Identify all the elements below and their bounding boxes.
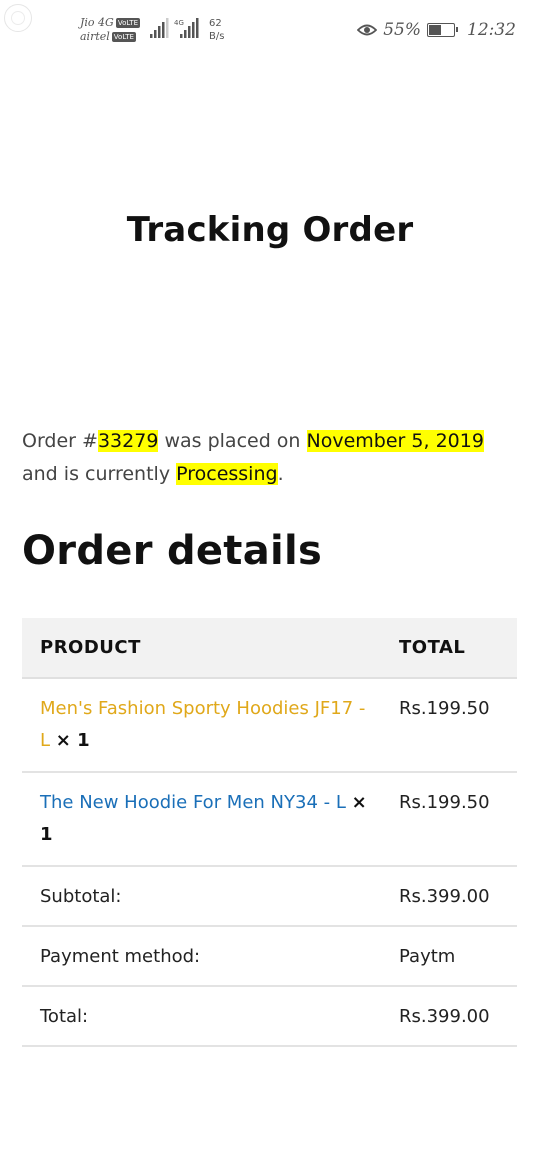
product-total: Rs.199.50 bbox=[381, 772, 517, 867]
speed-value: 62 bbox=[209, 18, 222, 29]
product-total: Rs.199.50 bbox=[381, 678, 517, 773]
battery-icon bbox=[427, 23, 458, 37]
order-status: Processing bbox=[176, 463, 278, 485]
product-link[interactable]: The New Hoodie For Men NY34 - L bbox=[40, 792, 346, 813]
battery-percent: 55% bbox=[383, 20, 421, 40]
payment-method-row: Payment method: Paytm bbox=[22, 926, 517, 987]
carrier-info: Jio 4G VoLTE airtel VoLTE bbox=[80, 16, 141, 44]
table-row: The New Hoodie For Men NY34 - L × 1 Rs.1… bbox=[22, 772, 517, 867]
volte-badge: VoLTE bbox=[111, 32, 136, 42]
table-header-row: PRODUCT TOTAL bbox=[22, 618, 517, 679]
network-speed: 62 B/s bbox=[209, 17, 224, 43]
order-details-title: Order details bbox=[22, 528, 323, 574]
notification-ring-icon bbox=[4, 4, 32, 32]
product-quantity: × 1 bbox=[55, 730, 90, 751]
summary-end: . bbox=[277, 463, 284, 485]
total-value: Rs.399.00 bbox=[381, 986, 517, 1047]
product-cell: Men's Fashion Sporty Hoodies JF17 - L × … bbox=[22, 678, 381, 773]
order-prefix: Order # bbox=[22, 430, 98, 452]
carrier-2-name: airtel bbox=[80, 30, 110, 43]
speed-unit: B/s bbox=[209, 31, 225, 42]
subtotal-label: Subtotal: bbox=[22, 866, 381, 927]
total-row: Total: Rs.399.00 bbox=[22, 986, 517, 1047]
subtotal-row: Subtotal: Rs.399.00 bbox=[22, 866, 517, 927]
carrier-1-name: Jio 4G bbox=[80, 16, 114, 29]
clock: 12:32 bbox=[467, 20, 516, 40]
total-column-header: TOTAL bbox=[381, 618, 517, 679]
status-bar: Jio 4G VoLTE airtel VoLTE 4G 62 B/s 55% 12… bbox=[0, 0, 540, 62]
order-date: November 5, 2019 bbox=[306, 430, 484, 452]
status-right: 55% 12:32 bbox=[357, 20, 516, 40]
payment-method-value: Paytm bbox=[381, 926, 517, 987]
volte-badge: VoLTE bbox=[115, 18, 141, 28]
total-label: Total: bbox=[22, 986, 381, 1047]
table-row: Men's Fashion Sporty Hoodies JF17 - L × … bbox=[22, 678, 517, 773]
page-title: Tracking Order bbox=[126, 210, 414, 250]
eye-comfort-icon bbox=[357, 24, 378, 36]
product-column-header: PRODUCT bbox=[22, 618, 381, 679]
status-text: and is currently bbox=[22, 463, 177, 485]
subtotal-value: Rs.399.00 bbox=[381, 866, 517, 927]
payment-method-label: Payment method: bbox=[22, 926, 381, 987]
network-type: 4G bbox=[174, 19, 184, 27]
order-summary: Order #33279 was placed on November 5, 2… bbox=[22, 425, 522, 491]
order-number: 33279 bbox=[97, 430, 159, 452]
placed-text: was placed on bbox=[158, 430, 307, 452]
order-details-table: PRODUCT TOTAL Men's Fashion Sporty Hoodi… bbox=[22, 618, 517, 1047]
product-cell: The New Hoodie For Men NY34 - L × 1 bbox=[22, 772, 381, 867]
